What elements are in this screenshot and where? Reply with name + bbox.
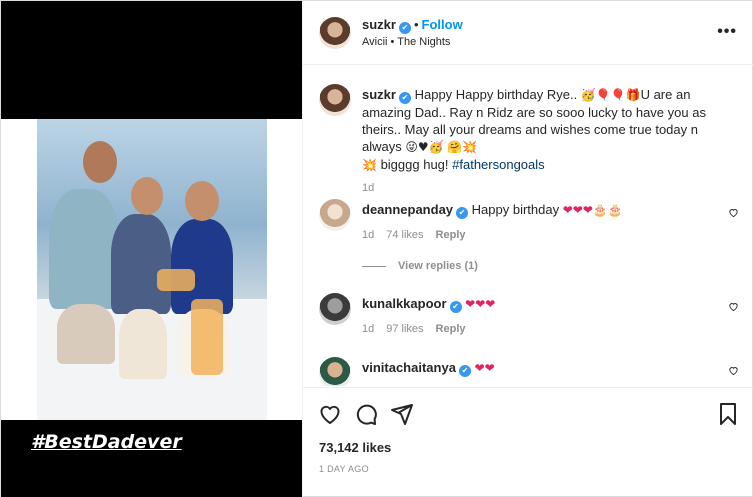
comment-username[interactable]: kunalkkapoor	[362, 296, 447, 311]
comment-time: 1d	[362, 323, 375, 335]
post-container: #BestDadever suzkr ✔ • Follow Avicii • The …	[0, 0, 753, 497]
send-icon[interactable]	[390, 402, 414, 426]
post-panel: suzkr ✔ • Follow Avicii • The Nights ••• su…	[302, 1, 753, 497]
header-username[interactable]: suzkr	[362, 17, 396, 32]
post-header: suzkr ✔ • Follow Avicii • The Nights •••	[303, 1, 753, 65]
photo-person	[83, 141, 117, 183]
comment-text: kunalkkapoor ✔ ❤❤❤	[362, 295, 732, 313]
comment-emojis: ❤❤❤	[465, 297, 496, 311]
photo-person	[119, 309, 167, 379]
like-comment-heart-icon[interactable]	[728, 301, 739, 312]
caption-text: suzkr ✔ Happy Happy birthday Rye.. 🥳🎈🎈🎁U …	[362, 86, 732, 174]
caption-emojis: 💥	[362, 158, 377, 172]
likes-count[interactable]: 73,142 likes	[319, 440, 391, 455]
follow-button[interactable]: Follow	[422, 17, 463, 32]
post-media[interactable]: #BestDadever	[1, 1, 302, 497]
reply-button[interactable]: Reply	[436, 323, 466, 335]
comments-list[interactable]: suzkr ✔ Happy Happy birthday Rye.. 🥳🎈🎈🎁U …	[303, 66, 753, 386]
caption-emojis: 😜♥🥳 🤗💥	[405, 140, 478, 154]
comment-item: vinitachaitanya ✔ ❤❤	[319, 357, 739, 386]
verified-icon: ✔	[456, 207, 469, 219]
comment-meta: 1d 97 likes Reply	[362, 323, 478, 335]
post-time[interactable]: 1 DAY AGO	[319, 464, 369, 474]
bookmark-icon[interactable]	[716, 402, 740, 426]
reply-button[interactable]: Reply	[436, 229, 466, 241]
caption: suzkr ✔ Happy Happy birthday Rye.. 🥳🎈🎈🎁U …	[319, 84, 739, 194]
photo-person	[185, 181, 219, 221]
verified-icon: ✔	[458, 365, 471, 377]
caption-time: 1d	[362, 182, 375, 194]
photo-sticker	[191, 299, 223, 375]
caption-text-part: Happy Happy birthday Rye..	[414, 87, 581, 102]
photo-person	[49, 189, 119, 309]
verified-icon: ✔	[398, 22, 411, 34]
separator-dot: •	[413, 17, 419, 32]
comment-meta: 1d 74 likes Reply	[362, 229, 478, 241]
caption-hashtag[interactable]: #fathersongoals	[452, 157, 545, 172]
avatar[interactable]	[319, 84, 351, 116]
like-comment-heart-icon[interactable]	[728, 207, 739, 218]
photo-sticker	[157, 269, 195, 291]
photo-person	[111, 214, 171, 314]
verified-icon: ✔	[449, 301, 462, 313]
like-comment-heart-icon[interactable]	[728, 365, 739, 376]
avatar[interactable]	[319, 17, 351, 49]
comment-emojis: ❤❤❤🎂🎂	[562, 203, 623, 217]
comment-icon[interactable]	[354, 402, 378, 426]
avatar[interactable]	[319, 357, 351, 386]
more-horizontal-icon[interactable]: •••	[717, 23, 737, 41]
caption-meta: 1d	[362, 182, 386, 194]
comment-text: deannepanday ✔ Happy birthday ❤❤❤🎂🎂	[362, 201, 732, 219]
comment-time: 1d	[362, 229, 375, 241]
comment-username[interactable]: vinitachaitanya	[362, 360, 456, 375]
post-actions: 73,142 likes 1 DAY AGO	[303, 387, 753, 497]
comment-username[interactable]: deannepanday	[362, 202, 453, 217]
caption-emojis: 🥳🎈🎈🎁	[580, 88, 641, 102]
post-photo	[1, 119, 302, 420]
avatar[interactable]	[319, 293, 351, 325]
heart-icon[interactable]	[318, 402, 342, 426]
comment-text: vinitachaitanya ✔ ❤❤	[362, 359, 732, 377]
comment-emojis: ❤❤	[474, 361, 495, 375]
comment-likes[interactable]: 97 likes	[386, 323, 423, 335]
caption-text-part: bigggg hug!	[376, 157, 453, 172]
hashtag-overlay: #BestDadever	[31, 431, 182, 453]
comment-body: Happy birthday	[471, 202, 563, 217]
photo-person	[57, 304, 115, 364]
caption-username[interactable]: suzkr	[362, 87, 396, 102]
verified-icon: ✔	[398, 92, 411, 104]
audio-track[interactable]: Avicii • The Nights	[362, 36, 450, 48]
comment-likes[interactable]: 74 likes	[386, 229, 423, 241]
comment-item: kunalkkapoor ✔ ❤❤❤ 1d 97 likes Reply	[319, 293, 739, 338]
comment-item: deannepanday ✔ Happy birthday ❤❤❤🎂🎂 1d 74 …	[319, 199, 739, 289]
view-replies-button[interactable]: View replies (1)	[362, 260, 478, 272]
avatar[interactable]	[319, 199, 351, 231]
header-user-line: suzkr ✔ • Follow	[362, 17, 463, 34]
photo-person	[131, 177, 163, 215]
